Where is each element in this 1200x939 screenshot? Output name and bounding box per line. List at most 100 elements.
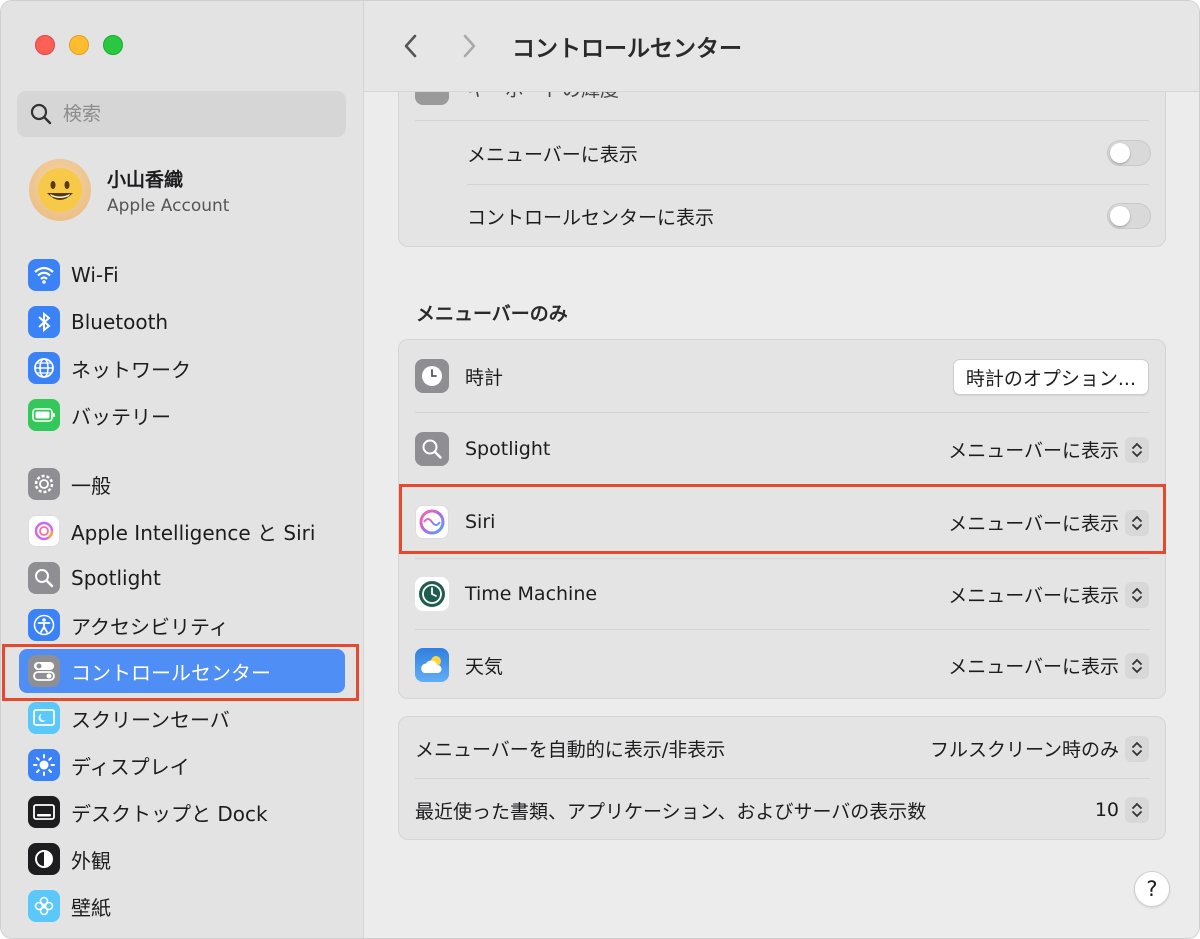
sidebar-item-spotlight[interactable]: Spotlight [19,556,345,600]
sidebar-item-network[interactable]: ネットワーク [19,346,345,390]
control-center-toggle-row: コントロールセンターに表示 [399,185,1165,247]
time-machine-label: Time Machine [465,583,598,605]
main-pane: キーボードの輝度 メニューバーに表示 コントロールセンターに表示 コントロールセ… [364,1,1199,938]
account-row[interactable]: 小山香織 Apple Account [29,159,229,221]
control-center-toggle[interactable] [1107,203,1151,229]
sidebar-item-apple-intelligence[interactable]: Apple Intelligence と Siri [19,509,345,553]
sidebar-item-label: 一般 [71,473,111,498]
search-field[interactable] [17,91,346,137]
spotlight-icon [415,432,449,466]
spotlight-popup[interactable]: メニューバーに表示 [948,436,1149,463]
sidebar-item-label: バッテリー [71,404,171,429]
annotation-highlight-siri [399,484,1166,554]
sidebar-item-display[interactable]: ディスプレイ [19,743,345,787]
forward-button[interactable] [452,29,486,63]
sidebar-item-wallpaper[interactable]: 壁紙 [19,884,345,928]
sidebar-item-general[interactable]: 一般 [19,462,345,506]
sidebar-item-wifi[interactable]: Wi-Fi [19,253,345,297]
menubar-toggle-row: メニューバーに表示 [399,122,1165,184]
sidebar-item-screensaver[interactable]: スクリーンセーバ [19,696,345,740]
zoom-button[interactable] [103,35,123,55]
spotlight-value: メニューバーに表示 [948,440,1119,462]
divider [415,120,1149,121]
chevron-updown-icon [1125,652,1149,679]
auto-hide-row: メニューバーを自動的に表示/非表示 フルスクリーン時のみ [399,717,1165,779]
sidebar-item-label: 外観 [71,848,111,873]
sidebar-item-label: Bluetooth [71,310,169,334]
chevron-updown-icon [1125,436,1149,463]
menubar-options-group: メニューバーを自動的に表示/非表示 フルスクリーン時のみ 最近使った書類、アプリ… [398,716,1166,840]
titlebar: コントロールセンター [364,1,1199,92]
globe-icon [28,352,60,384]
bluetooth-icon [28,306,60,338]
weather-popup[interactable]: メニューバーに表示 [948,652,1149,679]
sidebar-item-label: アクセシビリティ [71,614,229,639]
annotation-highlight-sidebar [2,644,359,701]
display-brightness-icon [28,749,60,781]
sidebar-item-desktop-dock[interactable]: デスクトップと Dock [19,790,345,834]
sidebar-item-label: ネットワーク [71,357,191,382]
weather-row: 天気 メニューバーに表示 [399,630,1165,700]
chevron-updown-icon [1125,797,1149,823]
time-machine-popup[interactable]: メニューバーに表示 [948,581,1149,608]
sidebar-item-label: Wi-Fi [71,263,119,287]
time-machine-value: メニューバーに表示 [948,585,1119,607]
sidebar-item-label: ディスプレイ [71,754,190,779]
section-title-menubar-only: メニューバーのみ [416,303,568,325]
page-title: コントロールセンター [512,36,742,62]
auto-hide-popup[interactable]: フルスクリーン時のみ [930,735,1149,762]
chevron-updown-icon [1125,581,1149,608]
account-name: 小山香織 [107,168,184,191]
sidebar-item-label: スクリーンセーバ [71,707,230,732]
traffic-lights [35,35,123,55]
recent-items-label: 最近使った書類、アプリケーション、およびサーバの表示数 [415,800,927,823]
close-button[interactable] [35,35,55,55]
spotlight-label: Spotlight [465,438,551,460]
magnifier-icon [28,562,60,594]
accessibility-icon [28,609,60,641]
chevron-left-icon [404,34,417,58]
control-center-toggle-label: コントロールセンターに表示 [467,206,715,229]
gear-icon [28,468,60,500]
menubar-toggle[interactable] [1107,140,1151,166]
weather-value: メニューバーに表示 [948,656,1119,678]
sidebar-item-label: Apple Intelligence と Siri [71,520,316,545]
sidebar-item-appearance[interactable]: 外観 [19,837,345,881]
wifi-icon [28,259,60,291]
spotlight-row: Spotlight メニューバーに表示 [399,413,1165,485]
weather-label: 天気 [465,655,504,678]
sidebar-item-label: デスクトップと Dock [71,801,268,826]
battery-icon [28,399,60,431]
sidebar-item-battery[interactable]: バッテリー [19,393,345,437]
back-button[interactable] [394,29,428,63]
dock-icon [28,796,60,828]
settings-window: 小山香織 Apple Account Wi-Fi Bluetooth ネットワー… [0,0,1200,939]
search-input[interactable] [61,102,325,126]
time-machine-icon [415,577,449,611]
smiley-emoji-icon [38,168,82,212]
chevron-updown-icon [1125,735,1149,762]
sidebar-item-label: 壁紙 [71,895,111,920]
recent-items-row: 最近使った書類、アプリケーション、およびサーバの表示数 10 [399,779,1165,841]
search-icon [30,103,52,125]
avatar [29,159,91,221]
wallpaper-icon [28,890,60,922]
clock-options-button[interactable]: 時計のオプション... [952,359,1149,395]
account-subtitle: Apple Account [107,195,230,216]
appearance-icon [28,843,60,875]
sidebar-item-bluetooth[interactable]: Bluetooth [19,300,345,344]
screensaver-icon [28,702,60,734]
recent-items-popup[interactable]: 10 [1095,797,1149,823]
sidebar-item-label: Spotlight [71,566,161,590]
apple-intelligence-icon [28,515,60,547]
auto-hide-value: フルスクリーン時のみ [929,739,1119,761]
time-machine-row: Time Machine メニューバーに表示 [399,559,1165,629]
clock-label: 時計 [465,366,504,389]
sidebar-item-accessibility[interactable]: アクセシビリティ [19,603,345,647]
auto-hide-label: メニューバーを自動的に表示/非表示 [415,738,726,761]
clock-icon [415,359,449,393]
help-button[interactable]: ? [1134,871,1170,907]
minimize-button[interactable] [69,35,89,55]
clock-row: 時計 時計のオプション... [399,340,1165,412]
menubar-toggle-label: メニューバーに表示 [467,143,638,166]
